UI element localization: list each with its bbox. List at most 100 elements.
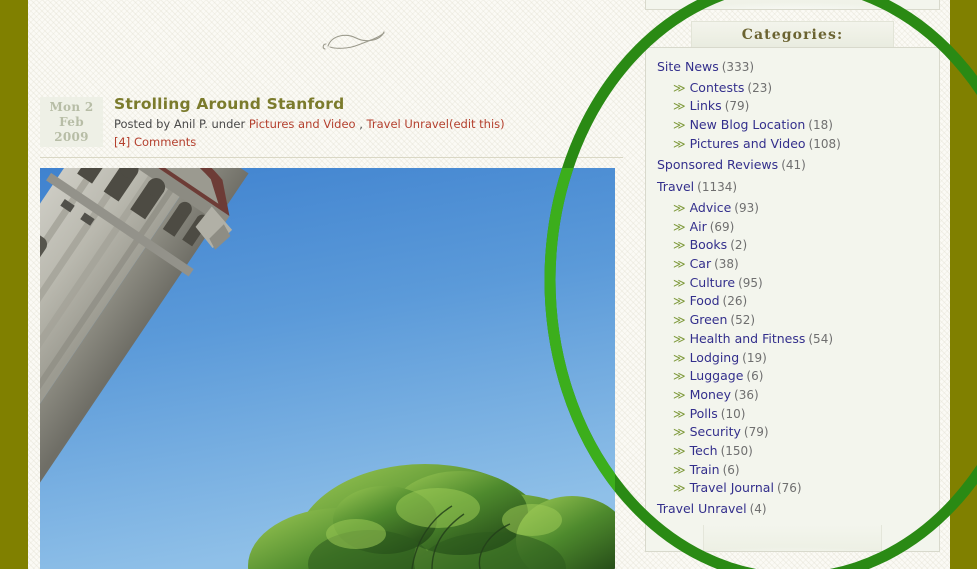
category-item-food: ≫ Food (26) [646, 292, 939, 311]
chevron-double-right-icon: ≫ [673, 406, 686, 421]
category-link[interactable]: Links [690, 98, 722, 113]
category-post-count: (18) [808, 118, 833, 133]
category-post-count: (23) [747, 80, 773, 95]
category-post-count: (150) [720, 444, 753, 459]
left-frame-column [0, 0, 28, 569]
category-item-health-and-fitness: ≫ Health and Fitness (54) [646, 330, 939, 349]
category-link[interactable]: Lodging [690, 350, 740, 365]
category-link[interactable]: Advice [690, 200, 732, 215]
category-post-count: (79) [724, 99, 750, 114]
byline-category-pictures-and-video[interactable]: Pictures and Video [249, 117, 356, 131]
category-link[interactable]: Pictures and Video [690, 136, 806, 151]
chevron-double-right-icon: ≫ [673, 294, 686, 309]
category-link[interactable]: Air [690, 219, 707, 234]
category-link[interactable]: Health and Fitness [690, 331, 806, 346]
category-link[interactable]: Food [690, 293, 720, 308]
category-link[interactable]: Security [690, 424, 741, 439]
chevron-double-right-icon: ≫ [673, 118, 686, 133]
category-post-count: (52) [730, 313, 756, 328]
category-link[interactable]: Polls [690, 406, 718, 421]
category-link[interactable]: Site News [657, 59, 719, 74]
category-item-money: ≫ Money (36) [646, 386, 939, 405]
category-post-count: (69) [709, 219, 735, 234]
category-link[interactable]: Tech [690, 443, 718, 458]
chevron-double-right-icon: ≫ [673, 99, 686, 114]
category-item-travel-unravel: Travel Unravel (4) [646, 498, 939, 521]
post-comments-line: [4] Comments [114, 134, 625, 151]
category-post-count: (333) [721, 60, 755, 74]
category-post-count: (1134) [697, 180, 738, 195]
post-title[interactable]: Strolling Around Stanford [114, 95, 625, 113]
post-date-badge: Mon 2 Feb 2009 [40, 97, 103, 147]
category-link[interactable]: Travel Unravel [657, 501, 747, 516]
category-item-contests: ≫ Contests (23) [646, 79, 939, 98]
category-item-travel: Travel (1134) [646, 176, 939, 199]
comments-label-link[interactable]: Comments [134, 135, 196, 149]
category-link[interactable]: Culture [690, 275, 736, 290]
category-link[interactable]: Travel [657, 179, 694, 194]
category-item-links: ≫ Links (79) [646, 97, 939, 116]
post-header-divider [40, 157, 623, 158]
category-link[interactable]: Green [690, 312, 728, 327]
chevron-double-right-icon: ≫ [673, 80, 686, 95]
post-date-month: Feb [59, 115, 84, 129]
category-link[interactable]: Luggage [690, 368, 744, 383]
category-link[interactable]: New Blog Location [690, 117, 806, 132]
chevron-double-right-icon: ≫ [673, 257, 686, 272]
category-post-count: (93) [734, 200, 759, 215]
category-item-green: ≫ Green (52) [646, 311, 939, 330]
category-post-count: (19) [742, 350, 767, 365]
category-post-count: (6) [722, 462, 740, 477]
chevron-double-right-icon: ≫ [673, 425, 686, 440]
comments-count-link[interactable]: [4] [114, 135, 130, 149]
category-item-sponsored-reviews: Sponsored Reviews (41) [646, 154, 939, 177]
post-meta-block: Strolling Around Stanford Posted by Anil… [114, 95, 625, 151]
category-link[interactable]: Money [690, 387, 731, 402]
post-date-year: 2009 [54, 130, 89, 144]
category-item-tech: ≫ Tech (150) [646, 442, 939, 461]
category-post-count: (41) [781, 157, 806, 172]
category-post-count: (76) [776, 481, 802, 496]
sidebar-widget-above [645, 0, 940, 10]
post-date-day: Mon 2 [49, 100, 94, 114]
chevron-double-right-icon: ≫ [673, 313, 686, 328]
categories-widget-header: Categories: [691, 21, 894, 47]
chevron-double-right-icon: ≫ [673, 136, 686, 151]
category-link[interactable]: Sponsored Reviews [657, 157, 778, 172]
category-link[interactable]: Car [690, 256, 712, 271]
chevron-double-right-icon: ≫ [673, 369, 686, 384]
category-item-security: ≫ Security (79) [646, 423, 939, 442]
right-frame-column [950, 0, 977, 569]
chevron-double-right-icon: ≫ [673, 462, 686, 477]
category-item-travel-journal: ≫ Travel Journal (76) [646, 479, 939, 498]
byline-separator: , [355, 117, 367, 131]
categories-widget-panel: Site News (333) ≫ Contests (23) ≫ Links (79) ≫ Ne… [645, 47, 940, 552]
category-link[interactable]: Books [690, 237, 728, 252]
category-post-count: (36) [734, 387, 759, 402]
category-post-count: (4) [749, 502, 767, 517]
category-link[interactable]: Contests [690, 80, 745, 95]
category-item-train: ≫ Train (6) [646, 461, 939, 480]
chevron-double-right-icon: ≫ [673, 275, 686, 290]
chevron-double-right-icon: ≫ [673, 219, 686, 234]
category-post-count: (95) [738, 275, 763, 290]
category-post-count: (2) [730, 238, 748, 253]
category-item-pictures-and-video: ≫ Pictures and Video (108) [646, 135, 939, 154]
widget-footer-ornament [703, 0, 882, 9]
categories-title: Categories: [741, 27, 844, 43]
category-link[interactable]: Travel Journal [690, 480, 774, 495]
category-item-site-news: Site News (333) [646, 56, 939, 79]
chevron-double-right-icon: ≫ [673, 481, 686, 496]
byline-category-travel-unravel[interactable]: Travel Unravel [367, 117, 449, 131]
category-post-count: (26) [722, 294, 748, 309]
edit-this-link[interactable]: (edit this) [449, 117, 505, 131]
category-item-books: ≫ Books (2) [646, 236, 939, 255]
post-photo[interactable] [40, 168, 615, 569]
category-item-car: ≫ Car (38) [646, 255, 939, 274]
category-item-culture: ≫ Culture (95) [646, 274, 939, 293]
category-item-luggage: ≫ Luggage (6) [646, 367, 939, 386]
category-link[interactable]: Train [690, 462, 720, 477]
category-post-count: (38) [714, 257, 739, 272]
chevron-double-right-icon: ≫ [673, 444, 686, 459]
category-item-air: ≫ Air (69) [646, 218, 939, 237]
